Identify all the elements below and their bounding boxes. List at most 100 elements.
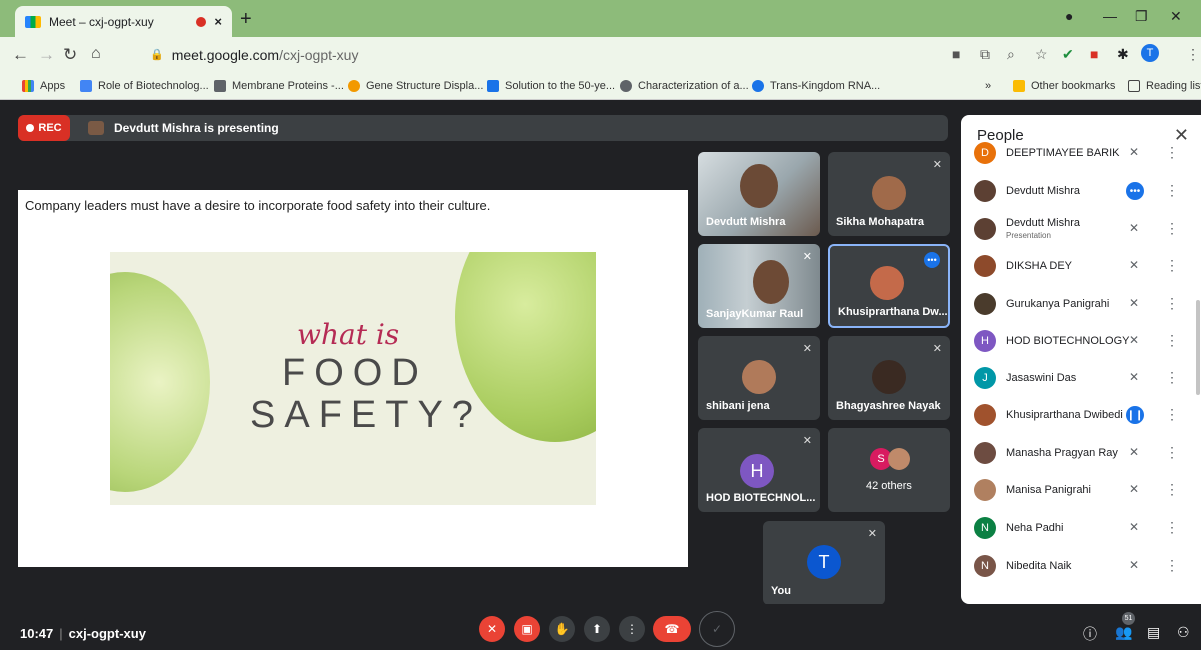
people-list-item[interactable]: J Jasaswini Das ✕ ⋮: [961, 361, 1201, 395]
participant-more-icon[interactable]: ⋮: [1165, 369, 1179, 386]
participant-more-icon[interactable]: ⋮: [1165, 257, 1179, 274]
people-list-item[interactable]: Manasha Pragyan Ray ✕ ⋮: [961, 436, 1201, 470]
people-list-item[interactable]: H HOD BIOTECHNOLOGY ✕ ⋮: [961, 324, 1201, 358]
participant-more-icon[interactable]: ⋮: [1165, 144, 1179, 161]
recording-badge[interactable]: REC: [18, 115, 70, 141]
extension-red-icon[interactable]: ■: [1090, 46, 1098, 62]
bookmarks-overflow[interactable]: »: [985, 80, 991, 92]
profile-avatar[interactable]: T: [1141, 44, 1159, 62]
home-icon[interactable]: ⌂: [91, 45, 101, 63]
people-list-item[interactable]: Devdutt Mishra Presentation ✕ ⋮: [961, 212, 1201, 246]
participant-name: Neha Padhi: [1006, 522, 1064, 534]
people-list-item[interactable]: N Nibedita Naik ✕ ⋮: [961, 549, 1201, 583]
bookmark-item[interactable]: Characterization of a...: [620, 80, 749, 92]
folder-icon: [1013, 80, 1025, 92]
window-close-icon[interactable]: ✕: [1170, 8, 1182, 25]
grammar-check-icon[interactable]: ✔: [1062, 46, 1074, 63]
people-list-item[interactable]: Gurukanya Panigrahi ✕ ⋮: [961, 287, 1201, 321]
chat-icon[interactable]: ▤: [1147, 624, 1160, 641]
mic-off-icon: ✕: [802, 435, 812, 447]
tab-close-icon[interactable]: ×: [214, 14, 222, 29]
mic-toggle-button[interactable]: ✕: [479, 616, 505, 642]
participant-more-icon[interactable]: ⋮: [1165, 220, 1179, 237]
participant-more-icon[interactable]: ⋮: [1165, 295, 1179, 312]
people-list-item[interactable]: DIKSHA DEY ✕ ⋮: [961, 249, 1201, 283]
reload-icon[interactable]: ↻: [63, 45, 77, 65]
participant-count-badge: 51: [1122, 612, 1135, 625]
participant-face: [753, 260, 789, 304]
browser-tab-strip: Meet – cxj-ogpt-xuy × + ● — ❐ ✕: [0, 0, 1201, 37]
bookmark-item[interactable]: Trans-Kingdom RNA...: [752, 80, 880, 92]
slide-heading-food: FOOD: [282, 352, 428, 394]
participant-more-icon[interactable]: ⋮: [1165, 557, 1179, 574]
participant-more-icon[interactable]: ⋮: [1165, 332, 1179, 349]
self-avatar: T: [807, 545, 841, 579]
restore-icon[interactable]: ❐: [1135, 8, 1148, 25]
new-tab-button[interactable]: +: [240, 8, 252, 31]
forward-icon[interactable]: →: [38, 45, 55, 65]
participant-avatar: [974, 218, 996, 240]
participant-tile[interactable]: ✕ Sikha Mohapatra: [828, 152, 950, 236]
participant-tile-active-speaker[interactable]: ••• Khusiprarthana Dw...: [828, 244, 950, 328]
bookmark-star-icon[interactable]: ☆: [1035, 46, 1048, 63]
people-scrollbar[interactable]: [1196, 300, 1200, 395]
more-options-button[interactable]: ⋮: [619, 616, 645, 642]
people-list-item[interactable]: Manisa Panigrahi ✕ ⋮: [961, 473, 1201, 507]
checkmark-overlay-icon: ✓: [699, 611, 735, 647]
journal-icon: [487, 80, 499, 92]
meeting-details-icon[interactable]: ⓘ: [1083, 624, 1097, 644]
participant-more-icon[interactable]: ⋮: [1165, 182, 1179, 199]
people-list-item[interactable]: Khusiprarthana Dwibedi ❙❙ ⋮: [961, 398, 1201, 432]
participant-more-icon[interactable]: ⋮: [1165, 444, 1179, 461]
speaking-indicator-icon: ❙❙: [1126, 406, 1144, 424]
bookmark-item[interactable]: Solution to the 50-ye...: [487, 80, 615, 92]
minimize-icon[interactable]: —: [1103, 8, 1117, 24]
participant-avatar: [888, 448, 910, 470]
lock-icon: 🔒: [150, 49, 164, 61]
mic-off-icon: ✕: [1129, 482, 1140, 496]
url-bar[interactable]: 🔒 meet.google.com/cxj-ogpt-xuy: [138, 42, 908, 67]
participant-avatar: H: [740, 454, 774, 488]
others-count: 42 others: [866, 480, 912, 492]
bookmark-item[interactable]: Gene Structure Displa...: [348, 80, 483, 92]
self-tile[interactable]: ✕ T You: [763, 521, 885, 605]
present-screen-button[interactable]: ⬆: [584, 616, 610, 642]
participant-avatar: [742, 360, 776, 394]
participant-more-icon[interactable]: ⋮: [1165, 481, 1179, 498]
camera-icon[interactable]: ■: [952, 46, 960, 62]
bookmark-item[interactable]: Role of Biotechnolog...: [80, 80, 209, 92]
bookmarks-bar: Apps Role of Biotechnolog... Membrane Pr…: [0, 72, 1201, 100]
bookmark-apps[interactable]: Apps: [22, 80, 65, 92]
mic-off-icon: ✕: [1129, 520, 1140, 534]
extensions-puzzle-icon[interactable]: ✱: [1117, 46, 1129, 63]
address-toolbar: ← → ↻ ⌂ 🔒 meet.google.com/cxj-ogpt-xuy ■…: [0, 37, 1201, 72]
people-list-item[interactable]: Devdutt Mishra ••• ⋮: [961, 174, 1201, 208]
zoom-icon[interactable]: ⌕: [1007, 46, 1015, 63]
browser-menu-icon[interactable]: ⋮: [1186, 46, 1200, 63]
others-tile[interactable]: S 42 others: [828, 428, 950, 512]
share-icon[interactable]: ⧉: [980, 46, 990, 63]
raise-hand-button[interactable]: ✋: [549, 616, 575, 642]
participant-more-icon[interactable]: ⋮: [1165, 519, 1179, 536]
back-icon[interactable]: ←: [12, 45, 29, 65]
participant-tile[interactable]: ✕ shibani jena: [698, 336, 820, 420]
profile-menu-icon[interactable]: ●: [1065, 8, 1073, 24]
participant-name: Manisa Panigrahi: [1006, 484, 1091, 496]
leave-call-button[interactable]: ☎: [653, 616, 691, 642]
people-list-item[interactable]: D DEEPTIMAYEE BARIK ✕ ⋮: [961, 136, 1201, 170]
participant-tile[interactable]: ✕ Bhagyashree Nayak: [828, 336, 950, 420]
browser-tab[interactable]: Meet – cxj-ogpt-xuy ×: [15, 6, 232, 37]
participant-tile[interactable]: ✕ SanjayKumar Raul: [698, 244, 820, 328]
participant-more-icon[interactable]: ⋮: [1165, 406, 1179, 423]
camera-toggle-button[interactable]: ▣: [514, 616, 540, 642]
meet-favicon-icon: [25, 15, 41, 28]
participant-tile[interactable]: Devdutt Mishra: [698, 152, 820, 236]
person-icon: [80, 80, 92, 92]
participant-tile[interactable]: ✕ H HOD BIOTECHNOL...: [698, 428, 820, 512]
people-list-item[interactable]: N Neha Padhi ✕ ⋮: [961, 511, 1201, 545]
bookmark-item[interactable]: Membrane Proteins -...: [214, 80, 344, 92]
bookmark-reading-list[interactable]: Reading list: [1128, 80, 1201, 92]
people-icon[interactable]: 👥: [1115, 624, 1132, 641]
bookmark-other[interactable]: Other bookmarks: [1013, 80, 1115, 92]
activities-icon[interactable]: ⚇: [1177, 624, 1190, 641]
